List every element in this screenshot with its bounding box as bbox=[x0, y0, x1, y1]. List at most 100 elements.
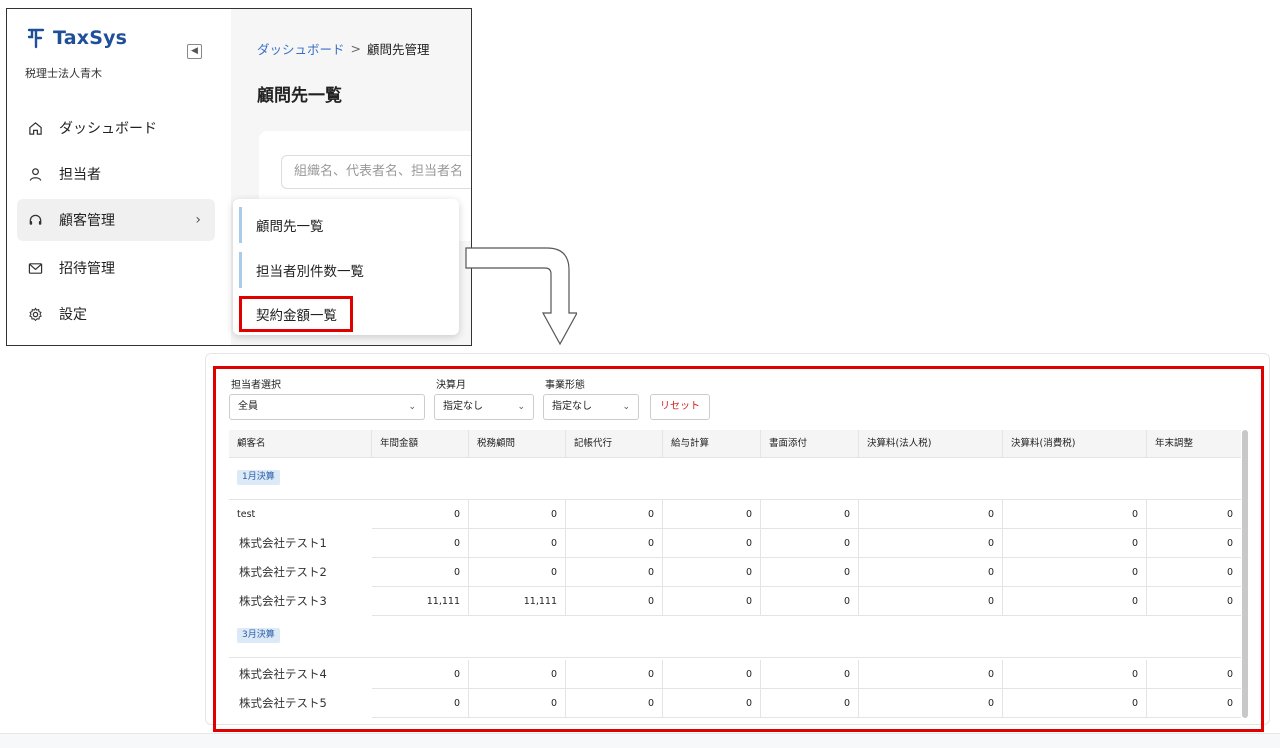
amount-cell: 0 bbox=[372, 529, 469, 558]
amount-cell: 0 bbox=[566, 587, 663, 616]
table-row: 株式会社テスト3 11,111 11,111 0 0 0 0 0 0 bbox=[229, 587, 1241, 616]
amount-cell: 0 bbox=[1147, 529, 1241, 558]
amount-cell: 0 bbox=[469, 500, 566, 529]
type-filter-label: 事業形態 bbox=[545, 380, 585, 391]
amount-cell: 0 bbox=[663, 529, 761, 558]
nav-label: ダッシュボード bbox=[59, 121, 157, 137]
nav-item-customers[interactable]: 顧客管理 › bbox=[17, 199, 215, 241]
amount-cell: 0 bbox=[663, 500, 761, 529]
breadcrumb-link-dashboard[interactable]: ダッシュボード bbox=[257, 39, 345, 58]
type-select[interactable]: 指定なし ⌄ bbox=[543, 394, 639, 420]
table-row: 株式会社テスト1 0 0 0 0 0 0 0 0 bbox=[229, 529, 1241, 558]
client-name-cell[interactable]: 株式会社テスト1 bbox=[229, 529, 342, 558]
column-header: 顧客名 bbox=[229, 430, 372, 458]
amount-cell: 0 bbox=[372, 689, 469, 718]
amount-cell: 0 bbox=[566, 558, 663, 587]
column-header: 書面添付 bbox=[761, 430, 859, 458]
sidebar-collapse-icon[interactable]: ◀ bbox=[187, 44, 202, 59]
amount-cell: 0 bbox=[1003, 500, 1147, 529]
amount-cell: 0 bbox=[761, 500, 859, 529]
group-tag: 1月決算 bbox=[237, 470, 280, 485]
amount-cell: 0 bbox=[372, 500, 469, 529]
amount-cell: 0 bbox=[761, 689, 859, 718]
client-name-cell[interactable]: test bbox=[229, 500, 342, 529]
amount-cell: 0 bbox=[372, 558, 469, 587]
staff-select-value: 全員 bbox=[238, 401, 258, 412]
nav-item-dashboard[interactable]: ダッシュボード bbox=[17, 107, 215, 149]
customers-submenu: 顧問先一覧 担当者別件数一覧 契約金額一覧 bbox=[233, 199, 459, 335]
column-header: 決算料(消費税) bbox=[1003, 430, 1147, 458]
amount-cell: 0 bbox=[859, 500, 1003, 529]
amount-cell: 0 bbox=[1003, 529, 1147, 558]
month-select-value: 指定なし bbox=[443, 401, 483, 412]
column-header: 給与計算 bbox=[663, 430, 761, 458]
nav-item-staff[interactable]: 担当者 bbox=[17, 153, 215, 195]
chevron-down-icon: ⌄ bbox=[408, 402, 416, 412]
nav-label: 顧客管理 bbox=[59, 213, 115, 229]
amount-cell: 0 bbox=[859, 558, 1003, 587]
amount-cell: 0 bbox=[1147, 500, 1241, 529]
month-filter-label: 決算月 bbox=[436, 380, 466, 391]
amount-cell: 0 bbox=[663, 587, 761, 616]
user-icon bbox=[27, 166, 43, 182]
amount-cell: 0 bbox=[469, 529, 566, 558]
amount-cell: 0 bbox=[1147, 689, 1241, 718]
column-header: 記帳代行 bbox=[566, 430, 663, 458]
amount-cell: 0 bbox=[1003, 558, 1147, 587]
column-header: 決算料(法人税) bbox=[859, 430, 1003, 458]
amount-cell: 0 bbox=[372, 660, 469, 689]
org-name: 税理士法人青木 bbox=[25, 67, 102, 80]
headset-icon bbox=[27, 212, 43, 228]
amount-cell: 0 bbox=[469, 660, 566, 689]
amount-cell: 0 bbox=[761, 660, 859, 689]
mail-icon bbox=[27, 260, 43, 276]
amount-cell: 0 bbox=[1003, 660, 1147, 689]
amount-cell: 0 bbox=[859, 660, 1003, 689]
app-screenshot: TaxSys ◀ 税理士法人青木 ダッシュボード 担当者 顧客管理 › 招待管理… bbox=[6, 8, 472, 346]
breadcrumb-separator: > bbox=[350, 41, 361, 56]
client-name-cell[interactable]: 株式会社テスト2 bbox=[229, 558, 342, 587]
chevron-down-icon: ⌄ bbox=[622, 402, 630, 412]
bottom-strip bbox=[0, 733, 1280, 748]
breadcrumb-current: 顧問先管理 bbox=[367, 42, 430, 57]
gear-icon bbox=[27, 306, 43, 322]
nav-label: 招待管理 bbox=[59, 261, 115, 277]
table-row: test 0 0 0 0 0 0 0 0 bbox=[229, 500, 1241, 529]
amount-cell: 0 bbox=[469, 558, 566, 587]
client-name-cell[interactable]: 株式会社テスト3 bbox=[229, 587, 342, 616]
submenu-item-count-by-staff[interactable]: 担当者別件数一覧 bbox=[239, 252, 451, 288]
staff-select[interactable]: 全員 ⌄ bbox=[229, 394, 425, 420]
amount-cell: 0 bbox=[566, 529, 663, 558]
table-row: 株式会社テスト4 0 0 0 0 0 0 0 0 bbox=[229, 660, 1241, 689]
chevron-right-icon: › bbox=[195, 212, 201, 228]
table-row: 株式会社テスト5 0 0 0 0 0 0 0 0 bbox=[229, 689, 1241, 718]
amount-cell: 0 bbox=[1147, 660, 1241, 689]
amount-cell: 0 bbox=[566, 660, 663, 689]
column-header: 年末調整 bbox=[1155, 438, 1194, 449]
group-tag: 3月決算 bbox=[237, 628, 280, 643]
group-row: 1月決算 bbox=[229, 458, 1241, 500]
taxsys-logo-icon bbox=[27, 28, 45, 49]
amount-cell: 0 bbox=[566, 500, 663, 529]
amount-cell: 0 bbox=[566, 689, 663, 718]
table-scrollbar[interactable] bbox=[1242, 430, 1248, 718]
breadcrumb: ダッシュボード > 顧問先管理 bbox=[257, 39, 430, 58]
amount-cell: 0 bbox=[1003, 689, 1147, 718]
nav-item-settings[interactable]: 設定 bbox=[17, 293, 215, 335]
column-header: 税務顧問 bbox=[469, 430, 566, 458]
month-select[interactable]: 指定なし ⌄ bbox=[434, 394, 534, 420]
amount-cell: 0 bbox=[761, 587, 859, 616]
group-row: 3月決算 bbox=[229, 616, 1241, 658]
amount-cell: 0 bbox=[859, 529, 1003, 558]
client-name-cell[interactable]: 株式会社テスト5 bbox=[229, 689, 342, 718]
home-icon bbox=[27, 120, 43, 136]
nav-item-invitations[interactable]: 招待管理 bbox=[17, 247, 215, 289]
search-input[interactable]: 組織名、代表者名、担当者名 bbox=[281, 155, 471, 189]
amount-cell: 0 bbox=[1147, 587, 1241, 616]
amount-cell: 11,111 bbox=[469, 587, 566, 616]
table-row: 株式会社テスト2 0 0 0 0 0 0 0 0 bbox=[229, 558, 1241, 587]
client-name-cell[interactable]: 株式会社テスト4 bbox=[229, 660, 342, 689]
reset-button[interactable]: リセット bbox=[650, 394, 710, 420]
amount-cell: 0 bbox=[663, 689, 761, 718]
submenu-item-client-list[interactable]: 顧問先一覧 bbox=[239, 207, 451, 243]
